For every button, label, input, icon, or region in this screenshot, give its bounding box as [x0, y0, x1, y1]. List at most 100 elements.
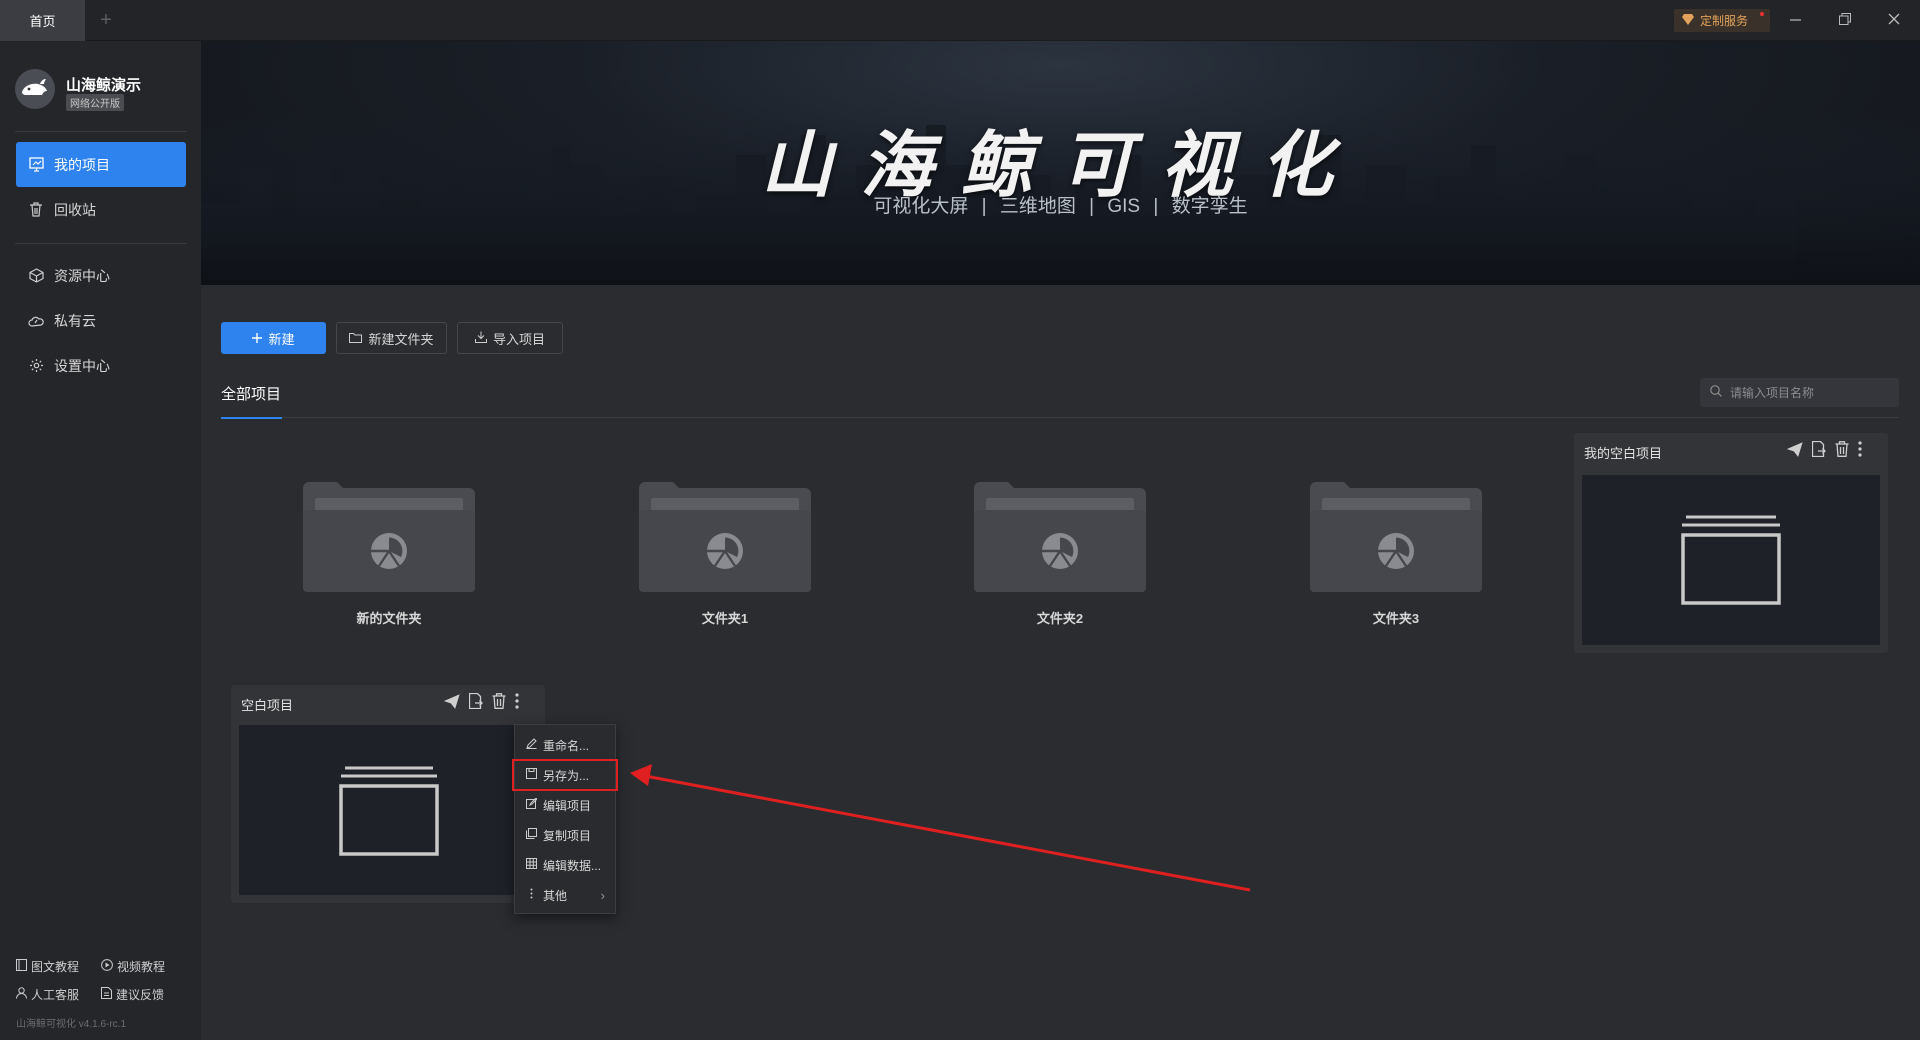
new-button-label: 新建 — [268, 331, 295, 347]
sidebar-item-recycle-bin[interactable]: 回收站 — [16, 187, 186, 232]
folder-name: 文件夹1 — [701, 611, 749, 626]
add-tab-button[interactable]: + — [95, 8, 117, 32]
import-project-button[interactable]: 导入项目 — [457, 322, 563, 354]
export-icon[interactable] — [1811, 440, 1826, 460]
new-button[interactable]: 新建 — [221, 322, 326, 354]
custom-service-label: 定制服务 — [1700, 14, 1749, 28]
delete-icon[interactable] — [1835, 441, 1849, 460]
folder-thumbnail — [639, 482, 811, 592]
blank-project-icon — [339, 766, 439, 856]
sidebar-item-label: 资源中心 — [54, 267, 110, 284]
menu-item-copy-project[interactable]: 复制项目 — [515, 820, 615, 850]
feedback-label: 建议反馈 — [116, 988, 165, 1002]
user-icon — [16, 987, 27, 1002]
video-tutorial-link[interactable]: 视频教程 — [101, 958, 165, 975]
menu-item-edit-data[interactable]: 编辑数据... — [515, 850, 615, 880]
blank-project-icon — [1681, 515, 1781, 605]
chart-pie-icon — [1378, 533, 1414, 569]
sidebar-item-label: 我的项目 — [54, 156, 110, 173]
divider — [15, 131, 187, 132]
sidebar-item-private-cloud[interactable]: 私有云 — [16, 298, 186, 343]
save-icon — [526, 768, 537, 782]
book-icon — [16, 959, 27, 974]
feedback-icon — [101, 987, 112, 1002]
export-icon[interactable] — [468, 692, 483, 712]
card-actions — [1786, 440, 1862, 460]
search-box[interactable] — [1700, 378, 1899, 407]
new-folder-label: 新建文件夹 — [368, 331, 434, 347]
menu-item-edit-project[interactable]: 编辑项目 — [515, 790, 615, 820]
menu-item-more[interactable]: 其他 › — [515, 880, 615, 910]
project-thumbnail — [239, 725, 537, 895]
folder-item[interactable]: 文件夹1 — [639, 482, 811, 627]
menu-item-label: 其他 — [543, 888, 568, 903]
chevron-right-icon: › — [600, 887, 605, 903]
custom-service-button[interactable]: 定制服务 — [1674, 9, 1770, 32]
publish-icon[interactable] — [1786, 441, 1803, 460]
project-card[interactable]: 我的空白项目 — [1574, 433, 1888, 653]
whale-logo-icon — [15, 69, 55, 109]
more-vertical-icon[interactable] — [515, 693, 519, 712]
customer-service-link[interactable]: 人工客服 — [16, 986, 79, 1003]
tab-home[interactable]: 首页 — [0, 0, 85, 41]
text-tutorial-link[interactable]: 图文教程 — [16, 958, 79, 975]
download-icon — [474, 331, 487, 346]
project-thumbnail — [1582, 475, 1880, 645]
new-folder-button[interactable]: 新建文件夹 — [336, 322, 447, 354]
feedback-link[interactable]: 建议反馈 — [101, 986, 164, 1003]
chart-pie-icon — [1042, 533, 1078, 569]
close-icon — [1888, 13, 1900, 28]
sidebar-item-settings[interactable]: 设置中心 — [16, 343, 186, 388]
video-tutorial-label: 视频教程 — [117, 960, 166, 974]
notification-dot — [1760, 12, 1764, 16]
delete-icon[interactable] — [492, 693, 506, 712]
tab-all-projects[interactable]: 全部项目 — [221, 380, 283, 419]
publish-icon[interactable] — [443, 693, 460, 712]
more-icon — [526, 888, 537, 902]
sidebar-item-my-projects[interactable]: 我的项目 — [16, 142, 186, 187]
title-bar: 首页 + 定制服务 — [0, 0, 1920, 41]
plus-icon — [252, 331, 263, 346]
sidebar: 山海鲸演示 网络公开版 我的项目 回收站 资源中心 私有云 设置中心 图文教程 … — [0, 41, 201, 1040]
restore-button[interactable] — [1822, 0, 1868, 41]
minimize-icon — [1789, 13, 1801, 28]
folder-item[interactable]: 文件夹2 — [974, 482, 1146, 627]
menu-item-label: 重命名... — [543, 738, 590, 753]
sidebar-item-resource-center[interactable]: 资源中心 — [16, 253, 186, 298]
import-project-label: 导入项目 — [492, 331, 545, 347]
edit-icon — [526, 738, 537, 752]
folder-thumbnail — [303, 482, 475, 592]
copy-icon — [526, 828, 537, 842]
edition-badge: 网络公开版 — [66, 94, 124, 111]
project-tabs: 全部项目 — [221, 380, 1899, 419]
menu-item-label: 编辑项目 — [543, 798, 592, 813]
search-input[interactable] — [1730, 385, 1890, 400]
search-icon — [1710, 385, 1722, 400]
divider — [15, 243, 187, 244]
folder-item[interactable]: 新的文件夹 — [303, 482, 475, 627]
context-menu: 重命名... 另存为... 编辑项目 复制项目 编辑数据... 其他 › — [512, 724, 618, 914]
menu-item-label: 编辑数据... — [543, 858, 602, 873]
chart-pie-icon — [707, 533, 743, 569]
folder-name: 新的文件夹 — [356, 611, 422, 626]
banner-subtitle: 可视化大屏 | 三维地图 | GIS | 数字孪生 — [873, 196, 1248, 217]
edit-project-icon — [526, 797, 538, 812]
customer-service-label: 人工客服 — [31, 988, 80, 1002]
menu-item-save-as[interactable]: 另存为... — [512, 759, 618, 791]
account-name: 山海鲸演示 — [66, 77, 142, 94]
close-button[interactable] — [1871, 0, 1917, 41]
menu-item-label: 另存为... — [543, 768, 590, 783]
card-actions — [443, 692, 519, 712]
folder-icon — [349, 331, 363, 346]
project-card[interactable]: 空白项目 — [231, 685, 545, 903]
menu-item-label: 复制项目 — [543, 828, 592, 843]
gear-icon — [28, 358, 44, 374]
sidebar-item-label: 回收站 — [54, 201, 96, 218]
more-vertical-icon[interactable] — [1858, 441, 1862, 460]
minimize-button[interactable] — [1772, 0, 1818, 41]
project-icon — [28, 157, 44, 173]
brand: 山海鲸演示 网络公开版 — [15, 69, 195, 115]
folder-item[interactable]: 文件夹3 — [1310, 482, 1482, 627]
menu-item-rename[interactable]: 重命名... — [515, 730, 615, 760]
folder-thumbnail — [1310, 482, 1482, 592]
